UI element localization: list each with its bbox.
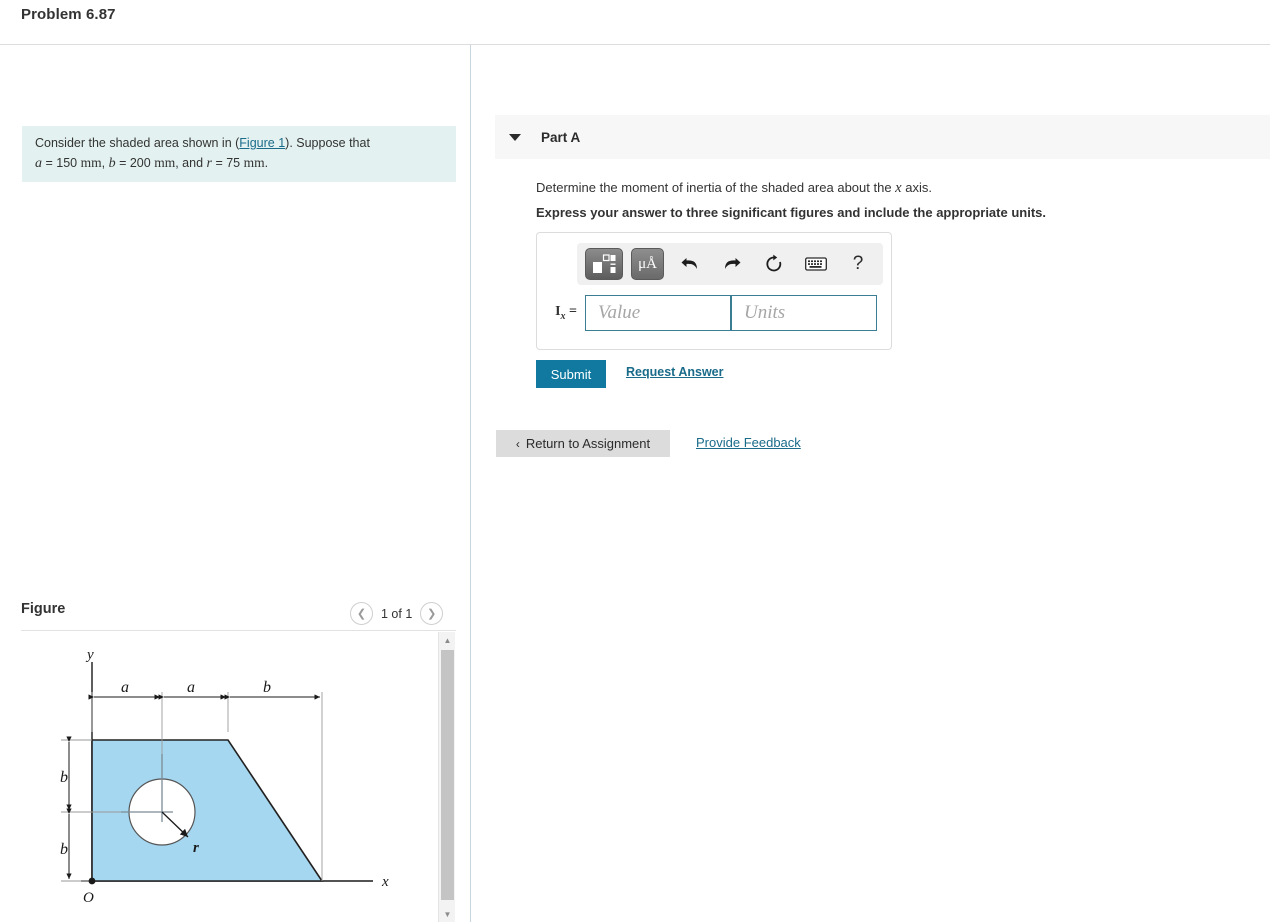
answer-label-sub: x (560, 310, 566, 322)
undo-arrow-icon[interactable] (674, 248, 706, 280)
page-root: Problem 6.87 Consider the shaded area sh… (0, 0, 1270, 922)
answer-instruction: Express your answer to three significant… (536, 205, 1046, 220)
answer-variable-label: Ix = (547, 304, 585, 322)
chevron-left-icon: ❮ (356, 608, 367, 620)
scroll-up-arrow-icon[interactable]: ▲ (439, 632, 456, 648)
figure-viewport: y x O a a b b b r (21, 632, 441, 922)
figure-panel-title: Figure (21, 601, 66, 617)
problem-eq-r: = 75 (215, 156, 241, 171)
figure-next-button[interactable]: ❯ (420, 602, 444, 625)
column-divider (470, 45, 471, 922)
figure-diagram: y x O a a b b b r (60, 647, 389, 906)
figure-pagination: ❮ 1 of 1 ❯ (350, 602, 444, 625)
label-x-axis: x (381, 874, 389, 890)
question-prompt: Determine the moment of inertia of the s… (536, 180, 932, 197)
problem-unit-b: mm (154, 155, 176, 171)
page-title: Problem 6.87 (21, 6, 116, 23)
return-to-assignment-button[interactable]: ‹ Return to Assignment (496, 430, 670, 457)
origin-dot (88, 877, 96, 885)
figure-scrollbar[interactable]: ▲ ▼ (438, 632, 455, 922)
question-prompt-tail: axis. (901, 180, 932, 195)
problem-unit-r: mm (243, 155, 265, 171)
redo-arrow-icon[interactable] (716, 248, 748, 280)
problem-var-b: b (108, 156, 116, 172)
part-a-label: Part A (541, 129, 581, 145)
problem-after-link: ). Suppose that (285, 136, 370, 150)
part-a-header[interactable]: Part A (495, 115, 1270, 159)
problem-comma-2: , and (175, 156, 204, 171)
scrollbar-thumb[interactable] (441, 650, 454, 900)
reset-circle-icon[interactable] (758, 248, 790, 280)
provide-feedback-link[interactable]: Provide Feedback (696, 435, 801, 450)
header-divider (0, 44, 1270, 45)
label-origin: O (83, 890, 94, 906)
math-toolbar: μÅ ? (577, 243, 883, 285)
figure-prev-button[interactable]: ❮ (350, 602, 373, 625)
answer-value-input[interactable] (585, 295, 731, 331)
return-to-assignment-label: Return to Assignment (525, 436, 651, 451)
answer-units-input[interactable] (731, 295, 877, 331)
problem-eq-a: = 150 (45, 156, 78, 171)
label-dim-b-left-lower: b (60, 841, 68, 858)
chevron-right-icon: ❯ (427, 608, 437, 620)
problem-var-a: a (35, 156, 42, 172)
answer-widget: μÅ ? Ix = Value Units (536, 232, 892, 350)
math-template-icon[interactable] (585, 248, 623, 280)
answer-label-equals: = (569, 304, 577, 320)
label-radius: r (193, 840, 199, 856)
shaded-trapezoid (91, 739, 324, 882)
problem-statement-box: Consider the shaded area shown in (Figur… (22, 126, 456, 182)
answer-input-row: Ix = (547, 295, 877, 331)
label-dim-a2: a (187, 679, 195, 696)
problem-lead: Consider the shaded area shown in ( (35, 136, 240, 150)
figure-divider (21, 630, 456, 631)
chevron-left-icon: ‹ (515, 436, 520, 451)
label-y-axis: y (85, 647, 94, 663)
problem-period: . (264, 156, 269, 171)
caret-down-icon[interactable] (509, 133, 521, 141)
problem-eq-b: = 200 (119, 156, 151, 171)
micro-angstrom-label: μÅ (638, 255, 657, 272)
problem-unit-a: mm (80, 155, 102, 171)
keyboard-icon[interactable] (800, 248, 832, 280)
label-dim-b-top: b (263, 679, 271, 696)
submit-button[interactable]: Submit (536, 360, 606, 388)
label-dim-a1: a (121, 679, 129, 696)
request-answer-link[interactable]: Request Answer (626, 365, 723, 379)
figure-1-link[interactable]: Figure 1 (239, 136, 285, 150)
problem-comma-1: , (101, 156, 106, 171)
problem-statement-text: Consider the shaded area shown in (Figur… (35, 134, 443, 175)
problem-var-r: r (206, 156, 212, 172)
label-dim-b-left-upper: b (60, 769, 68, 786)
question-prompt-lead: Determine the moment of inertia of the s… (536, 180, 896, 195)
help-question-icon[interactable]: ? (842, 248, 874, 280)
figure-count-label: 1 of 1 (381, 606, 413, 621)
scroll-down-arrow-icon[interactable]: ▼ (439, 906, 456, 922)
micro-angstrom-icon[interactable]: μÅ (631, 248, 664, 280)
